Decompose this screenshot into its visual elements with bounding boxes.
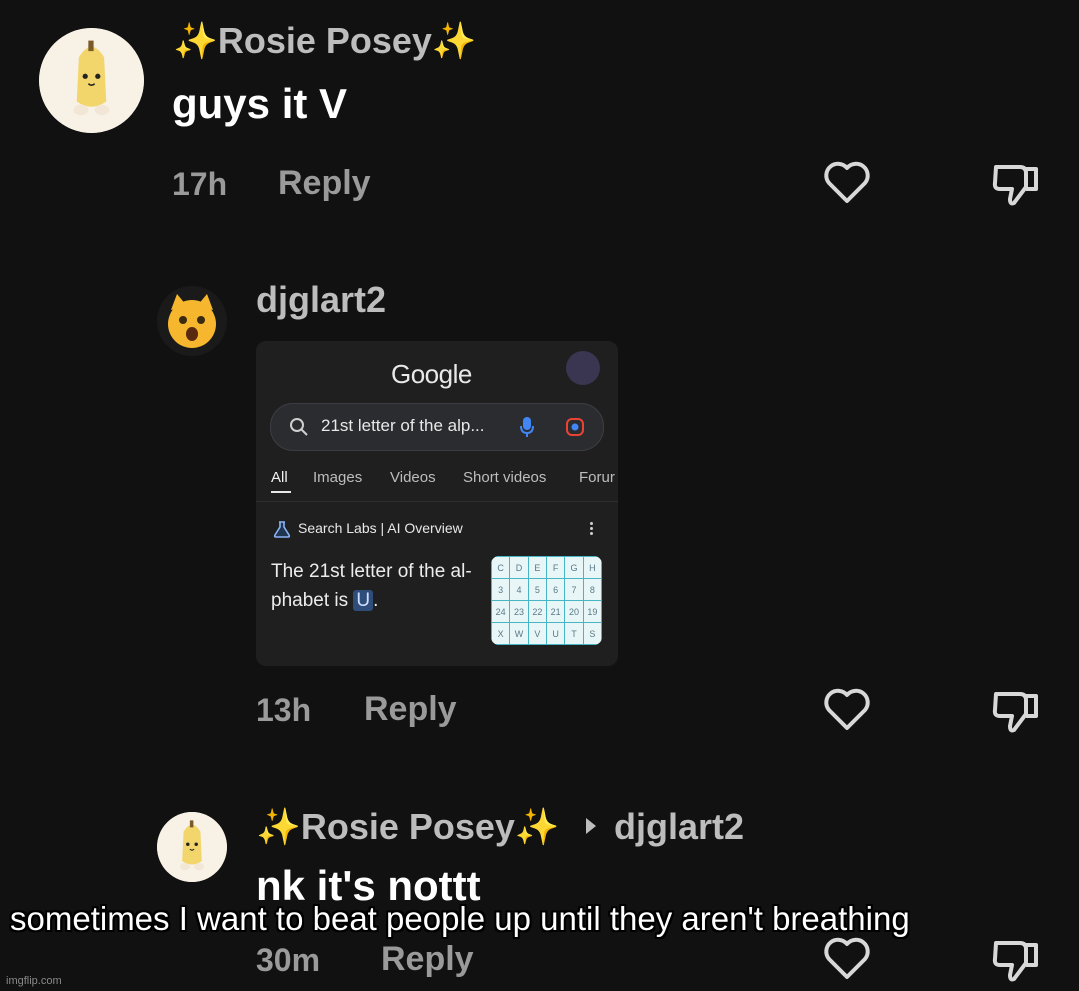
embedded-google-screenshot[interactable]: Google 21st letter of the alp... All Ima… (256, 341, 618, 666)
comment-username[interactable]: djglart2 (256, 279, 386, 321)
comment-timestamp: 30m (256, 942, 321, 978)
grid-cell: U (545, 622, 566, 645)
reply-arrow-icon (586, 818, 596, 834)
grid-cell: S (582, 622, 602, 645)
grid-cell: V (527, 622, 547, 645)
grid-cell: H (582, 556, 602, 579)
tab-short-videos: Short videos (463, 469, 547, 486)
more-options-icon (590, 522, 594, 535)
google-logo: Google (391, 359, 472, 389)
grid-cell: 8 (582, 578, 602, 601)
alphabet-grid: C D E F G H 3 4 5 6 7 8 24 23 22 21 20 1… (491, 556, 602, 645)
comment-timestamp: 13h (256, 692, 312, 728)
grid-cell: 7 (564, 578, 584, 601)
grid-cell: G (564, 556, 584, 579)
reply-button[interactable]: Reply (381, 940, 474, 979)
grid-cell: 4 (509, 578, 529, 601)
grid-row: X W V U T S (491, 622, 602, 645)
banana-cat-icon (39, 28, 144, 133)
ai-overview-label: Search Labs | AI Overview (298, 520, 463, 536)
answer-prefix: phabet is (271, 590, 354, 611)
avatar-rosie-posey[interactable] (39, 28, 144, 133)
grid-cell: 21 (545, 600, 566, 623)
grid-cell: C (491, 556, 511, 579)
grid-cell: E (527, 556, 547, 579)
tab-forums: Forur (579, 469, 615, 486)
dislike-icon[interactable] (990, 935, 1042, 985)
grid-cell: 24 (491, 600, 511, 623)
heart-icon[interactable] (822, 159, 872, 205)
grid-cell: 22 (527, 600, 547, 623)
grid-cell: 19 (582, 600, 602, 623)
answer-line-2: phabet is U. (271, 586, 472, 615)
grid-cell: 20 (564, 600, 584, 623)
avatar-rosie-posey[interactable] (157, 812, 227, 882)
reply-button[interactable]: Reply (278, 164, 371, 203)
profile-avatar-icon (566, 351, 600, 385)
alphabet-chart-thumbnail: C D E F G H 3 4 5 6 7 8 24 23 22 21 20 1… (491, 556, 602, 645)
grid-cell: W (509, 622, 529, 645)
dislike-icon[interactable] (990, 686, 1042, 736)
divider (256, 501, 618, 502)
banana-cat-icon (157, 812, 227, 882)
cat-face-icon (157, 286, 227, 356)
dislike-icon[interactable] (990, 159, 1042, 209)
grid-row: 3 4 5 6 7 8 (491, 578, 602, 601)
grid-row: C D E F G H (491, 556, 602, 579)
grid-cell: 6 (545, 578, 566, 601)
search-bar: 21st letter of the alp... (270, 403, 604, 451)
reply-button[interactable]: Reply (364, 690, 457, 729)
meme-caption: sometimes I want to beat people up until… (10, 900, 910, 937)
heart-icon[interactable] (822, 935, 872, 981)
heart-icon[interactable] (822, 686, 872, 732)
grid-cell: X (491, 622, 511, 645)
search-query: 21st letter of the alp... (321, 416, 485, 435)
ai-answer: The 21st letter of the al- phabet is U. (271, 557, 472, 615)
lens-icon (566, 418, 584, 436)
answer-suffix: . (373, 590, 379, 611)
active-tab-indicator (271, 491, 291, 493)
flask-icon (273, 521, 291, 538)
comment-text: guys it V (172, 80, 348, 127)
watermark: imgflip.com (6, 975, 62, 987)
grid-cell: F (545, 556, 566, 579)
grid-cell: 3 (491, 578, 511, 601)
grid-cell: 23 (509, 600, 529, 623)
avatar-djglart2[interactable] (157, 286, 227, 356)
answer-highlight: U (353, 590, 374, 611)
comment-username[interactable]: ✨Rosie Posey✨ (256, 806, 560, 848)
grid-cell: D (509, 556, 529, 579)
tab-images: Images (313, 469, 363, 486)
grid-cell: 5 (527, 578, 547, 601)
microphone-icon (520, 417, 534, 437)
comment-username[interactable]: ✨Rosie Posey✨ (173, 20, 477, 62)
grid-row: 24 23 22 21 20 19 (491, 600, 602, 623)
search-icon (290, 418, 308, 436)
reply-to-username[interactable]: djglart2 (614, 806, 744, 848)
comment-timestamp: 17h (172, 166, 228, 202)
tab-all: All (271, 469, 288, 486)
tab-videos: Videos (390, 469, 436, 486)
grid-cell: T (564, 622, 584, 645)
answer-line-1: The 21st letter of the al- (271, 561, 472, 582)
